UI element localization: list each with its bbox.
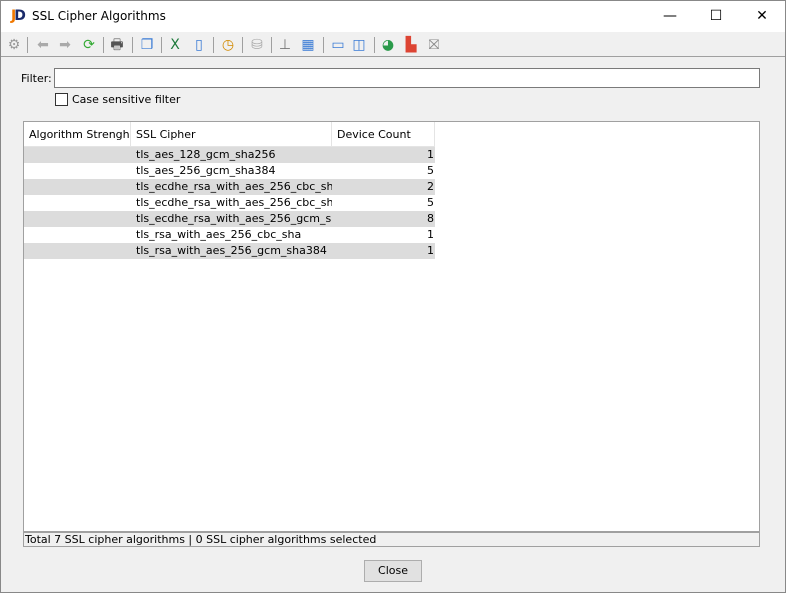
case-sensitive-checkbox[interactable] [55, 93, 68, 106]
toolbar-separator [323, 37, 324, 53]
cell-cipher: tls_aes_256_gcm_sha384 [136, 164, 276, 177]
cell-count: 1 [427, 228, 434, 241]
alarm-clock-icon[interactable]: ◷ [219, 36, 237, 54]
cell-count: 5 [427, 196, 434, 209]
toolbar-separator [27, 37, 28, 53]
toolbar-separator [374, 37, 375, 53]
pie-chart-icon[interactable]: ◕ [379, 36, 397, 54]
toolbar-separator [242, 37, 243, 53]
minimize-button[interactable]: — [647, 1, 693, 32]
forward-arrow-icon[interactable]: ➡ [56, 36, 74, 54]
close-button[interactable]: Close [364, 560, 422, 582]
toolbar-separator [103, 37, 104, 53]
refresh-icon[interactable]: ⟳ [80, 36, 98, 54]
print-icon[interactable]: 🖶 [108, 36, 126, 54]
cell-cipher: tls_ecdhe_rsa_with_aes_256_gcm_sh... [131, 211, 332, 227]
toolbar-separator [213, 37, 214, 53]
cell-strength [24, 179, 131, 195]
cell-count: 2 [332, 179, 435, 195]
column-header-cipher[interactable]: SSL Cipher [131, 122, 332, 147]
gear-icon[interactable]: ⚙ [5, 36, 23, 54]
column-header-strength[interactable]: Algorithm Strengh [24, 122, 131, 147]
toolbar-separator [271, 37, 272, 53]
toolbar-separator [161, 37, 162, 53]
filter-label: Filter: [21, 72, 52, 85]
toolbar-separator [132, 37, 133, 53]
database-icon[interactable]: ⛁ [248, 36, 266, 54]
cell-strength [24, 211, 131, 227]
cell-strength [24, 227, 131, 243]
back-arrow-icon[interactable]: ⬅ [34, 36, 52, 54]
cell-count: 8 [332, 211, 435, 227]
cell-count: 5 [427, 164, 434, 177]
cell-strength [24, 243, 131, 259]
case-sensitive-label[interactable]: Case sensitive filter [72, 93, 180, 106]
cell-cipher: tls_ecdhe_rsa_with_aes_256_cbc_sh... [136, 196, 332, 209]
cell-strength [24, 163, 131, 179]
table-row[interactable]: tls_ecdhe_rsa_with_aes_256_cbc_sh... 5 [24, 195, 435, 211]
line-chart-icon[interactable]: ⛝ [425, 36, 443, 54]
cell-count: 1 [332, 147, 435, 163]
filter-input[interactable] [54, 68, 760, 88]
cell-cipher: tls_rsa_with_aes_256_cbc_sha [136, 228, 302, 241]
table-row[interactable]: tls_rsa_with_aes_256_gcm_sha384 1 [24, 243, 435, 259]
column-layout-icon[interactable]: ◫ [350, 36, 368, 54]
excel-icon[interactable]: X [166, 36, 184, 54]
cell-strength [24, 195, 131, 211]
window-title: SSL Cipher Algorithms [32, 9, 166, 23]
cell-strength [24, 147, 131, 163]
row-layout-icon[interactable]: ▭ [329, 36, 347, 54]
cell-count: 1 [332, 243, 435, 259]
table-row[interactable]: tls_aes_256_gcm_sha384 5 [24, 163, 435, 179]
status-bar: Total 7 SSL cipher algorithms | 0 SSL ci… [23, 532, 760, 547]
toolbar: ⚙ ⬅ ➡ ⟳ 🖶 ❐ X ▯ ◷ ⛁ ⊥ ▦ ▭ ◫ ◕ ▙ ⛝ [1, 32, 785, 57]
table-row[interactable]: tls_ecdhe_rsa_with_aes_256_cbc_sha 2 [24, 179, 435, 195]
table-row[interactable]: tls_rsa_with_aes_256_cbc_sha 1 [24, 227, 435, 243]
column-header-device-count[interactable]: Device Count [332, 122, 435, 147]
cell-cipher: tls_ecdhe_rsa_with_aes_256_cbc_sha [131, 179, 332, 195]
hierarchy-icon[interactable]: ⊥ [276, 36, 294, 54]
table-row[interactable]: tls_ecdhe_rsa_with_aes_256_gcm_sh... 8 [24, 211, 435, 227]
app-logo: JD [11, 8, 26, 24]
close-window-button[interactable]: ✕ [739, 1, 785, 32]
copy-icon[interactable]: ❐ [138, 36, 156, 54]
document-icon[interactable]: ▯ [190, 36, 208, 54]
maximize-button[interactable]: ☐ [693, 1, 739, 32]
cell-cipher: tls_aes_128_gcm_sha256 [131, 147, 332, 163]
cipher-table: Algorithm Strengh SSL Cipher Device Coun… [23, 121, 760, 532]
table-row[interactable]: tls_aes_128_gcm_sha256 1 [24, 147, 435, 163]
title-bar: JD SSL Cipher Algorithms — ☐ ✕ [1, 1, 785, 32]
table-icon[interactable]: ▦ [299, 36, 317, 54]
cell-cipher: tls_rsa_with_aes_256_gcm_sha384 [131, 243, 332, 259]
bar-chart-icon[interactable]: ▙ [402, 36, 420, 54]
